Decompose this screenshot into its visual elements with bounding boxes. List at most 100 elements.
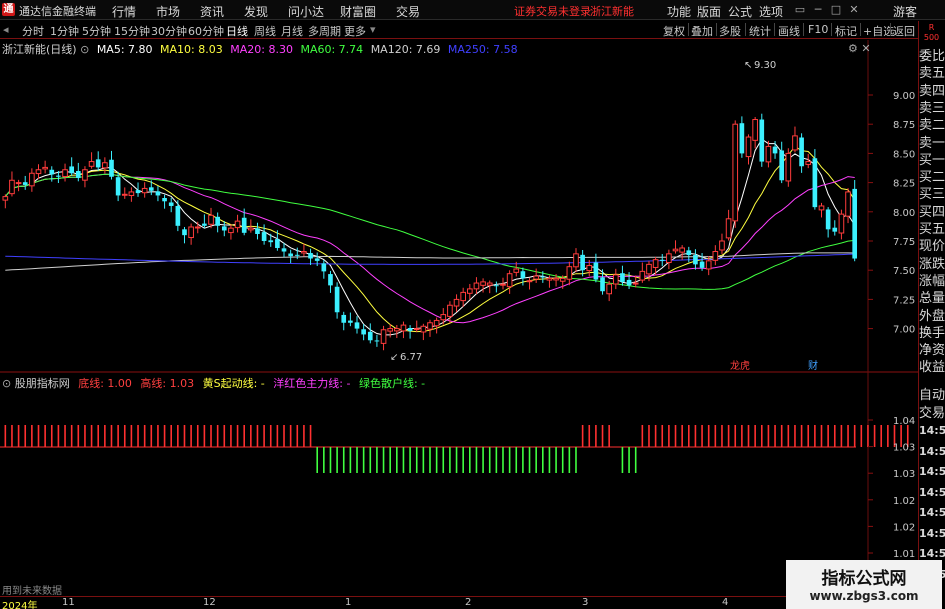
- event-financial-label[interactable]: 财: [808, 359, 818, 372]
- menu-market-quotes[interactable]: 行情: [112, 3, 136, 20]
- candle-body-up: [792, 135, 798, 151]
- user-guest[interactable]: 游客: [893, 3, 917, 20]
- quote-field-label[interactable]: 现价: [919, 235, 945, 254]
- date-tick-year: 2024年: [2, 601, 38, 609]
- ma20-label: MA20: 8.30: [230, 43, 293, 56]
- period-weekly[interactable]: 周线: [254, 23, 276, 39]
- r500-badge[interactable]: R 500: [918, 21, 945, 45]
- period-60min[interactable]: 60分钟: [188, 23, 224, 39]
- toolbar-divider: [716, 23, 717, 36]
- chart-settings-icon[interactable]: ⊙: [80, 43, 93, 56]
- quote-field-label[interactable]: 卖五: [919, 62, 945, 81]
- watermark-title: 指标公式网: [821, 569, 907, 589]
- indicator-settings-icon[interactable]: ⊙: [2, 377, 15, 390]
- candle-body-up: [732, 123, 739, 222]
- tool-multi-stock[interactable]: 多股: [719, 23, 741, 39]
- candle-body-down: [520, 271, 526, 279]
- candle-body-up: [513, 268, 520, 273]
- toolbar-divider: [860, 23, 861, 36]
- settings-icon[interactable]: ▭: [794, 4, 806, 16]
- quote-field-label[interactable]: 涨幅: [919, 270, 945, 289]
- quote-field-label[interactable]: 卖三: [919, 97, 945, 116]
- candlestick-series: [2, 113, 858, 351]
- menu-formula[interactable]: 公式: [728, 3, 752, 20]
- close-icon[interactable]: ✕: [848, 4, 860, 16]
- quote-field-label[interactable]: 净资: [919, 339, 945, 358]
- indicator-yellow-start-label: 黄S起动线: -: [202, 377, 265, 390]
- quote-field-label[interactable]: 换手: [919, 322, 945, 341]
- candle-body-up: [666, 253, 672, 264]
- collapse-arrow-icon[interactable]: ◂: [3, 23, 9, 36]
- event-dragon-tiger-label[interactable]: 龙虎: [730, 359, 750, 372]
- candle-body-up: [248, 227, 254, 231]
- tool-f10[interactable]: F10: [808, 23, 828, 36]
- menu-market[interactable]: 市场: [156, 3, 180, 20]
- indicator-info-line: ⊙ 股朋指标网 底线: 1.00 高线: 1.03 黄S起动线: - 洋红色主力…: [2, 375, 425, 391]
- candle-body-up: [194, 226, 201, 229]
- price-axis: 9.00 8.75 8.50 8.25 8.00 7.75 7.50 7.25 7.00 1.04…: [868, 91, 915, 587]
- period-5min[interactable]: 5分钟: [82, 23, 111, 39]
- quote-field-label[interactable]: 买一: [919, 149, 945, 168]
- candle-body-up: [62, 169, 68, 177]
- tool-draw-line[interactable]: 画线: [778, 23, 800, 39]
- menu-trade[interactable]: 交易: [396, 3, 420, 20]
- quote-field-label[interactable]: 卖四: [919, 80, 945, 99]
- menu-discover[interactable]: 发现: [244, 3, 268, 20]
- chart-options-icon[interactable]: ⚙ ✕: [848, 42, 871, 55]
- period-monthly[interactable]: 月线: [281, 23, 303, 39]
- quote-field-label[interactable]: 买三: [919, 183, 945, 202]
- quote-field-label[interactable]: 卖一: [919, 132, 945, 151]
- quote-field-label[interactable]: 总量: [919, 287, 945, 306]
- candle-body-up: [612, 274, 619, 285]
- auto-trade-label[interactable]: 交易: [919, 402, 945, 421]
- maximize-icon[interactable]: □: [830, 4, 842, 16]
- tool-mark[interactable]: 标记: [835, 23, 857, 39]
- tool-statistics[interactable]: 统计: [749, 23, 771, 39]
- quote-field-label[interactable]: 收益: [919, 356, 945, 375]
- more-dropdown-icon[interactable]: ▾: [370, 23, 376, 36]
- period-15min[interactable]: 15分钟: [114, 23, 150, 39]
- candle-body-up: [646, 263, 652, 275]
- quote-field-label[interactable]: 买二: [919, 166, 945, 185]
- candle-body-down: [162, 198, 167, 202]
- period-more[interactable]: 更多: [344, 23, 366, 39]
- quote-field-label[interactable]: 涨跌: [919, 253, 945, 272]
- quote-field-label[interactable]: 买四: [919, 201, 945, 220]
- toolbar-divider: [831, 23, 832, 36]
- candle-body-up: [15, 182, 22, 185]
- quote-field-label[interactable]: 外盘: [919, 305, 945, 324]
- tool-back[interactable]: 返回: [893, 23, 915, 39]
- quote-field-label[interactable]: 委比: [919, 45, 945, 64]
- auto-trade-label[interactable]: 自动: [919, 384, 945, 403]
- menu-wealth-circle[interactable]: 财富圈: [340, 3, 376, 20]
- period-multi[interactable]: 多周期: [308, 23, 341, 39]
- price-tick-label: 7.25: [893, 295, 915, 306]
- candle-body-down: [314, 258, 320, 261]
- candle-body-up: [838, 213, 845, 234]
- kline-chart-area[interactable]: 9.00 8.75 8.50 8.25 8.00 7.75 7.50 7.25 7.00 1.04…: [0, 40, 918, 596]
- trade-login-warning[interactable]: 证券交易未登录: [514, 3, 591, 19]
- candle-body-down: [832, 227, 838, 232]
- minimize-icon[interactable]: ─: [812, 4, 824, 16]
- candle-body-up: [719, 240, 725, 251]
- price-tick-label: 9.00: [893, 91, 915, 102]
- period-timeshare[interactable]: 分时: [22, 23, 44, 39]
- quote-field-label[interactable]: 买五: [919, 218, 945, 237]
- toolbar-divider: [774, 23, 775, 36]
- period-daily[interactable]: 日线: [226, 23, 248, 39]
- candle-body-down: [241, 217, 247, 233]
- tool-restore-rights[interactable]: 复权: [663, 23, 685, 39]
- indicator-tick-label: 1.04: [893, 416, 915, 427]
- menu-function[interactable]: 功能: [667, 3, 691, 20]
- menu-ask-xiaoda[interactable]: 问小达: [288, 3, 324, 20]
- future-data-note: 用到未来数据: [2, 586, 62, 597]
- quote-field-label[interactable]: 卖二: [919, 114, 945, 133]
- candle-body-up: [453, 298, 460, 307]
- tool-overlay[interactable]: 叠加: [691, 23, 713, 39]
- period-1min[interactable]: 1分钟: [50, 23, 79, 39]
- menu-options[interactable]: 选项: [759, 3, 783, 20]
- low-price-label: 6.77: [400, 352, 422, 363]
- menu-layout[interactable]: 版面: [697, 3, 721, 20]
- period-30min[interactable]: 30分钟: [151, 23, 187, 39]
- menu-news[interactable]: 资讯: [200, 3, 224, 20]
